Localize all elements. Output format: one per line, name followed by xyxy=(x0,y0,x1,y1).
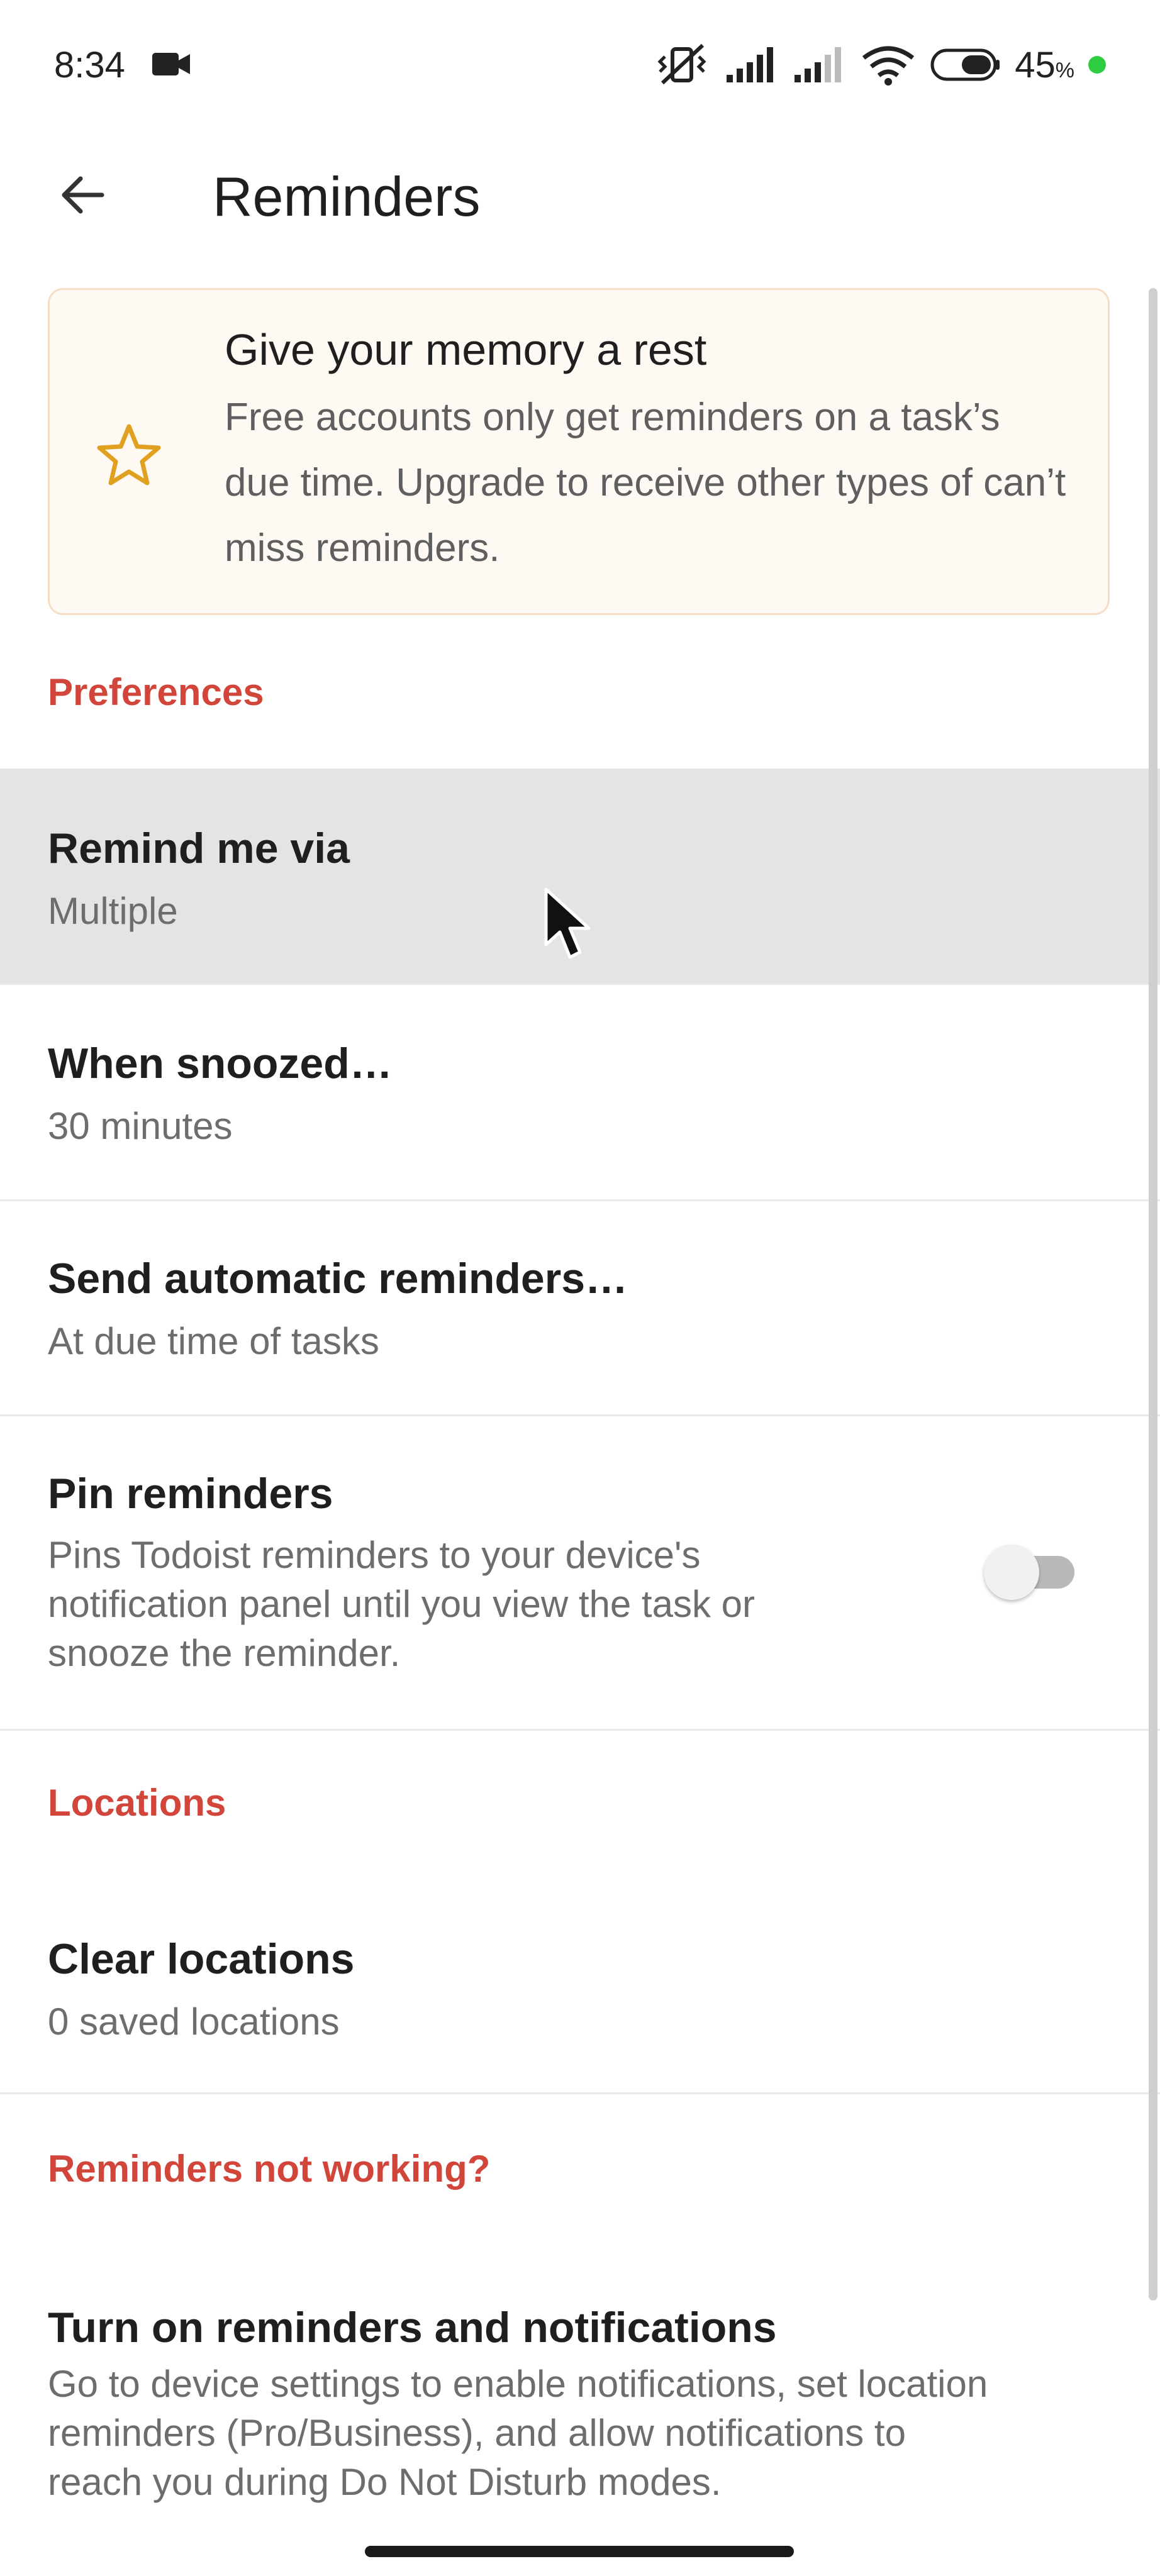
snooze-value: 30 minutes xyxy=(48,1105,233,1147)
mouse-cursor-icon xyxy=(544,887,591,959)
pin-reminders-toggle[interactable] xyxy=(984,1541,1081,1600)
pin-reminders-description: Pins Todoist reminders to your device's … xyxy=(48,1534,755,1674)
scrollbar[interactable] xyxy=(1149,288,1157,2301)
home-indicator[interactable] xyxy=(365,2546,794,2557)
section-preferences: Preferences xyxy=(48,671,264,713)
banner-body: Free accounts only get reminders on a ta… xyxy=(225,396,1066,570)
star-icon xyxy=(97,424,161,486)
auto-reminders-title: Send automatic reminders… xyxy=(48,1255,628,1302)
battery-percent: 45% xyxy=(1015,44,1074,86)
video-camera-icon xyxy=(152,53,190,75)
auto-reminders-row[interactable] xyxy=(0,1201,1160,1416)
vibrate-off-icon xyxy=(657,43,706,85)
status-dot xyxy=(1088,56,1106,74)
status-icons: 45% xyxy=(654,43,1106,87)
wifi-icon xyxy=(862,46,915,86)
turn-on-notifications-title: Turn on reminders and notifications xyxy=(48,2304,777,2351)
remind-via-value: Multiple xyxy=(48,890,178,932)
section-reminders-not-working: Reminders not working? xyxy=(48,2148,491,2190)
page-title: Reminders xyxy=(213,165,481,228)
snooze-title: When snoozed… xyxy=(48,1040,393,1087)
remind-via-title: Remind me via xyxy=(48,824,350,872)
clear-locations-value: 0 saved locations xyxy=(48,2001,340,2043)
signal-icon xyxy=(727,47,774,82)
clear-locations-row[interactable] xyxy=(0,1878,1160,2094)
battery-icon xyxy=(930,48,1000,81)
back-button[interactable] xyxy=(50,162,116,228)
pin-reminders-title: Pin reminders xyxy=(48,1470,333,1518)
banner-title: Give your memory a rest xyxy=(225,325,707,374)
arrow-left-icon xyxy=(62,176,104,214)
section-locations: Locations xyxy=(48,1782,226,1824)
signal-icon xyxy=(795,47,842,82)
auto-reminders-value: At due time of tasks xyxy=(48,1320,379,1362)
status-time: 8:34 xyxy=(54,45,125,86)
turn-on-notifications-description: Go to device settings to enable notifica… xyxy=(48,2363,988,2503)
clear-locations-title: Clear locations xyxy=(48,1935,355,1983)
snooze-row[interactable] xyxy=(0,985,1160,1201)
